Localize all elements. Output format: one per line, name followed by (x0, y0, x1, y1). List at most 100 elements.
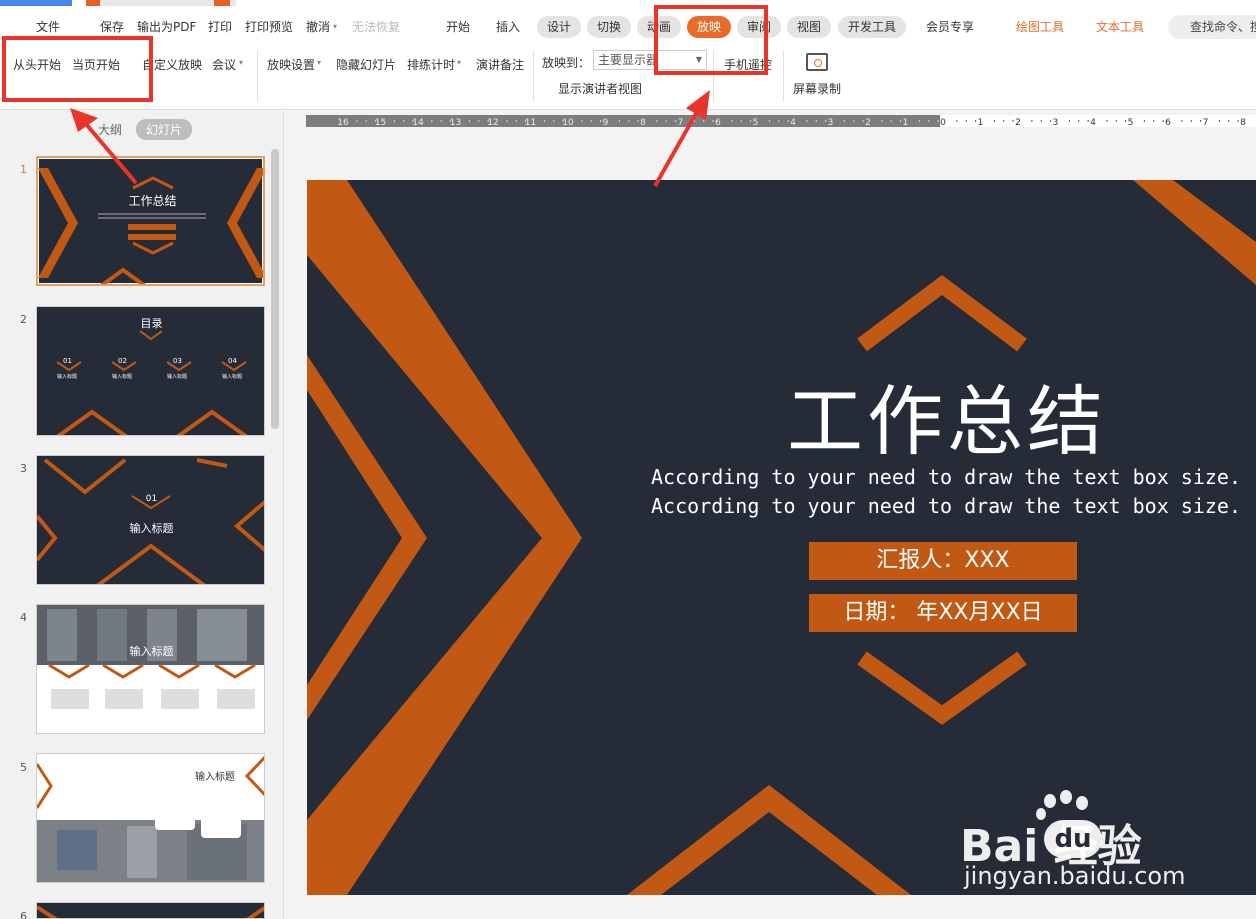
ruler-tick (506, 120, 508, 122)
slide-thumbnail-2[interactable]: 目录 01 02 03 04 输入标题 输入标题 输入标题 输入标题 (36, 306, 265, 436)
tab-home[interactable]: 开始 (436, 16, 480, 38)
tab-design[interactable]: 设计 (537, 16, 582, 38)
tab-member[interactable]: 会员专享 (916, 16, 984, 38)
active-doc-tab-edge[interactable] (214, 0, 230, 6)
ruler-tick (918, 120, 920, 122)
ruler-tick (637, 120, 639, 122)
slide-subtitle-line-2[interactable]: According to your need to draw the text … (651, 494, 1241, 518)
ruler-tick (1040, 120, 1042, 122)
ruler-tick (1143, 120, 1145, 122)
show-settings-dropdown-icon[interactable]: ▾ (317, 58, 321, 67)
tab-developer[interactable]: 开发工具 (838, 16, 907, 38)
home-tab-edge[interactable] (0, 0, 72, 6)
tab-outline[interactable]: 大纲 (98, 121, 122, 138)
ruler-tick (1181, 120, 1183, 122)
ruler-tick (956, 120, 958, 122)
save-button[interactable]: 保存 (100, 18, 124, 35)
screen-record-icon[interactable] (806, 53, 828, 71)
slide-thumbnail-3[interactable]: 01 输入标题 (36, 455, 265, 585)
ruler-label: 2 (865, 118, 871, 127)
command-search-input[interactable]: 查找命令、搜 (1168, 15, 1256, 39)
ruler-tick (890, 120, 892, 122)
meeting-dropdown-icon[interactable]: ▾ (239, 58, 243, 67)
slide-thumbnail-5[interactable]: 输入标题 (36, 753, 265, 883)
print-button[interactable]: 打印 (208, 18, 232, 35)
ruler-tick (1050, 120, 1052, 122)
ruler-tick (365, 120, 367, 122)
ruler-ticks: 16 15 14 13 12 11 10 9 8 7 6 5 4 3 2 1 0 1 2 3 4 5 6 7 8 (337, 118, 1246, 127)
ribbon-divider (783, 50, 784, 102)
thumbnail-scrollbar[interactable] (271, 149, 279, 429)
ruler-label: 8 (1240, 118, 1246, 127)
date-box[interactable]: 日期： 年XX月XX日 (809, 594, 1077, 632)
slide-thumbnail-6[interactable] (36, 902, 265, 919)
ruler-label: 7 (678, 118, 684, 127)
ruler-tick (1087, 120, 1089, 122)
ruler-tick (778, 120, 780, 122)
slide-thumbnail-4[interactable]: 输入标题 (36, 604, 265, 734)
ruler-tick (1218, 120, 1220, 122)
ruler-tick (581, 120, 583, 122)
slide-subtitle-line-1[interactable]: According to your need to draw the text … (651, 465, 1241, 489)
tab-transitions[interactable]: 切换 (587, 16, 632, 38)
ruler-label: 11 (525, 118, 536, 127)
reporter-box[interactable]: 汇报人：XXX (809, 542, 1077, 580)
print-preview-button[interactable]: 打印预览 (245, 18, 293, 35)
ruler-label: 6 (715, 118, 721, 127)
show-settings-button[interactable]: 放映设置 (267, 56, 315, 73)
ruler-label: 7 (1203, 118, 1209, 127)
document-tab-strip (0, 0, 1256, 8)
horizontal-ruler[interactable]: 16 15 14 13 12 11 10 9 8 7 6 5 4 3 2 1 0 1 2 3 4 5 6 7 8 (306, 115, 1256, 127)
ruler-tick (403, 120, 405, 122)
ruler-tick (1228, 120, 1230, 122)
ruler-tick (862, 120, 864, 122)
toc-number: 04 (228, 357, 237, 365)
ruler-tick (1162, 120, 1164, 122)
watermark-du: du (1044, 820, 1102, 858)
ruler-label: 6 (1165, 118, 1171, 127)
undo-button[interactable]: 撤消 (306, 18, 330, 35)
slide-title[interactable]: 工作总结 (787, 360, 1107, 470)
ruler-tick (937, 120, 939, 122)
ruler-tick (1237, 120, 1239, 122)
ruler-tick (731, 120, 733, 122)
tab-slides[interactable]: 幻灯片 (136, 119, 193, 140)
slideshow-ribbon: 从头开始 当页开始 自定义放映 会议 ▾ 放映设置 ▾ 隐藏幻灯片 排练计时 ▾… (0, 46, 1256, 110)
ruler-tick (693, 120, 695, 122)
slide-thumbnail-1[interactable]: 工作总结 (36, 156, 265, 286)
presenter-view-checkbox[interactable]: 显示演讲者视图 (558, 80, 642, 97)
redo-button[interactable]: 无法恢复 (352, 18, 400, 35)
ruler-tick (843, 120, 845, 122)
ruler-label: 2 (1015, 118, 1021, 127)
slide-thumbnail-graphic (37, 905, 264, 918)
screen-record-button[interactable]: 屏幕录制 (793, 80, 841, 97)
ruler-tick (1078, 120, 1080, 122)
ruler-label: 13 (450, 118, 461, 127)
file-menu[interactable]: 文件 (36, 18, 60, 35)
toc-number: 02 (118, 357, 127, 365)
ruler-tick (628, 120, 630, 122)
watermark-url: jingyan.baidu.com (964, 862, 1186, 890)
speaker-notes-button[interactable]: 演讲备注 (476, 56, 524, 73)
tab-view[interactable]: 视图 (787, 16, 832, 38)
export-pdf-button[interactable]: 输出为PDF (137, 18, 196, 35)
rehearse-timing-button[interactable]: 排练计时 (407, 56, 455, 73)
ruler-tick (468, 120, 470, 122)
menu-bar: 文件 保存 输出为PDF 打印 打印预览 撤消 ▾ 无法恢复 开始 插入 设计 … (0, 8, 1256, 46)
hide-slide-button[interactable]: 隐藏幻灯片 (336, 56, 396, 73)
meeting-button[interactable]: 会议 (212, 56, 236, 73)
undo-dropdown-icon[interactable]: ▾ (333, 22, 337, 31)
tab-insert[interactable]: 插入 (486, 16, 530, 38)
slide-thumbnail-graphic (38, 168, 263, 284)
main-slide-canvas[interactable]: 工作总结 According to your need to draw the … (307, 180, 1256, 895)
ruler-label: 4 (790, 118, 796, 127)
ruler-label: 14 (412, 118, 424, 127)
thumbnail-number: 4 (20, 611, 27, 624)
tab-drawing-tools[interactable]: 绘图工具 (1006, 16, 1074, 38)
ruler-tick (975, 120, 977, 122)
ruler-tick (356, 120, 358, 122)
toc-item-label: 输入标题 (57, 374, 78, 380)
tab-text-tools[interactable]: 文本工具 (1086, 16, 1154, 38)
rehearse-dropdown-icon[interactable]: ▾ (457, 58, 461, 67)
toc-item-label: 输入标题 (222, 374, 243, 380)
